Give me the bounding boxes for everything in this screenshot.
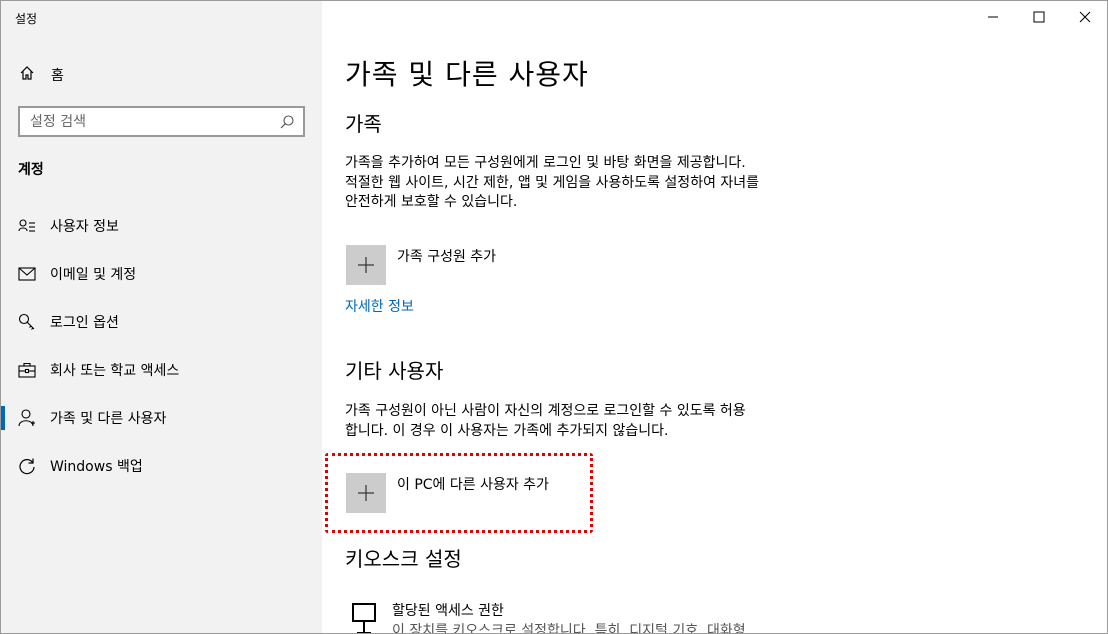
add-family-member-button[interactable]: 가족 구성원 추가: [346, 245, 496, 285]
sidebar-item-signin[interactable]: 로그인 옵션: [1, 302, 322, 342]
person-icon: [17, 408, 37, 428]
close-icon: [1079, 8, 1091, 27]
minimize-icon: [987, 8, 999, 27]
plus-icon: [346, 245, 386, 285]
sidebar-item-user-info[interactable]: 사용자 정보: [1, 206, 322, 246]
other-users-desc-line: 가족 구성원이 아닌 사람이 자신의 계정으로 로그인할 수 있도록 허용: [345, 403, 746, 419]
page-title: 가족 및 다른 사용자: [345, 58, 589, 91]
search-input[interactable]: [20, 113, 275, 130]
briefcase-icon: [17, 360, 37, 380]
sidebar-item-label: 사용자 정보: [50, 219, 119, 235]
sidebar-item-label: 이메일 및 계정: [50, 267, 137, 283]
key-icon: [17, 312, 37, 332]
section-heading: 계정: [18, 162, 44, 178]
other-users-desc-line: 합니다. 이 경우 이 사용자는 가족에 추가되지 않습니다.: [345, 422, 669, 439]
sidebar-item-label: Windows 백업: [50, 459, 143, 475]
sync-icon: [17, 456, 37, 476]
settings-window: 설정 홈 계정 사용자 정보 이메일 및 계정: [0, 0, 1108, 634]
assigned-access-title: 할당된 액세스 권한: [392, 603, 504, 619]
family-desc-line: 적절한 웹 사이트, 시간 제한, 앱 및 게임을 사용하도록 설정하여 자녀를: [345, 174, 760, 191]
family-description: 가족을 추가하여 모든 구성원에게 로그인 및 바탕 화면을 제공합니다. 적절…: [345, 154, 759, 213]
sidebar-item-email[interactable]: 이메일 및 계정: [1, 254, 322, 294]
close-button[interactable]: [1062, 1, 1107, 33]
add-family-member-label: 가족 구성원 추가: [397, 249, 497, 265]
kiosk-heading: 키오스크 설정: [345, 547, 462, 571]
user-info-icon: [17, 216, 37, 236]
maximize-button[interactable]: [1016, 1, 1062, 33]
home-icon: [19, 65, 35, 85]
minimize-button[interactable]: [970, 1, 1016, 33]
more-info-link[interactable]: 자세한 정보: [345, 296, 414, 316]
add-other-user-button[interactable]: 이 PC에 다른 사용자 추가: [346, 473, 549, 513]
app-title: 설정: [15, 12, 38, 26]
kiosk-icon: [349, 601, 379, 633]
sidebar-item-label: 로그인 옵션: [50, 315, 119, 331]
home-label: 홈: [51, 68, 64, 84]
sidebar-item-family[interactable]: 가족 및 다른 사용자: [1, 398, 322, 438]
sidebar-item-label: 회사 또는 학교 액세스: [50, 363, 180, 379]
family-desc-line: 가족을 추가하여 모든 구성원에게 로그인 및 바탕 화면을 제공합니다.: [345, 155, 746, 171]
family-heading: 가족: [345, 112, 382, 136]
main-content: 가족 및 다른 사용자 가족 가족을 추가하여 모든 구성원에게 로그인 및 바…: [322, 1, 1107, 634]
mail-icon: [17, 264, 37, 284]
add-other-user-label: 이 PC에 다른 사용자 추가: [397, 477, 549, 493]
assigned-access-item[interactable]: 할당된 액세스 권한 이 장치를 키오스크로 설정합니다. 특히, 디지털 기호…: [345, 598, 1045, 634]
search-box[interactable]: [18, 106, 305, 137]
sidebar-item-label: 가족 및 다른 사용자: [50, 411, 167, 427]
sidebar: 설정 홈 계정 사용자 정보 이메일 및 계정: [1, 1, 322, 633]
other-users-heading: 기타 사용자: [345, 359, 444, 383]
sidebar-item-work-access[interactable]: 회사 또는 학교 액세스: [1, 350, 322, 390]
other-users-description: 가족 구성원이 아닌 사람이 자신의 계정으로 로그인할 수 있도록 허용 합니…: [345, 402, 746, 441]
assigned-access-description: 이 장치를 키오스크로 설정합니다. 특히, 디지털 기호, 대화형: [392, 623, 746, 634]
maximize-icon: [1033, 8, 1045, 27]
family-desc-line: 안전하게 보호할 수 있습니다.: [345, 194, 518, 210]
sidebar-item-backup[interactable]: Windows 백업: [1, 446, 322, 486]
home-button[interactable]: 홈: [19, 64, 64, 86]
search-icon[interactable]: [275, 110, 299, 134]
plus-icon: [346, 473, 386, 513]
